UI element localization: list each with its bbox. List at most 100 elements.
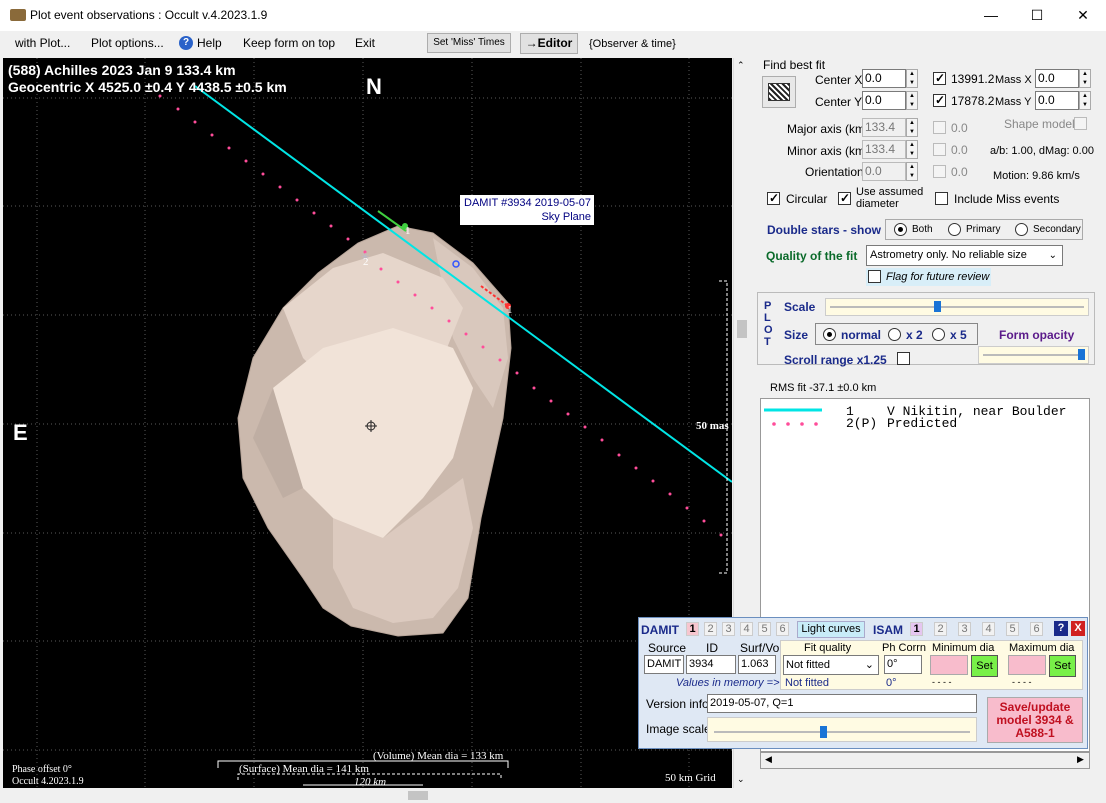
major-axis-input[interactable]: 133.4 (862, 118, 906, 137)
size-x2-radio[interactable] (888, 328, 901, 341)
minor-axis-input[interactable]: 133.4 (862, 140, 906, 159)
orientation-input[interactable]: 0.0 (862, 162, 906, 181)
isam-model-2[interactable]: 2 (934, 622, 947, 636)
assumed-diameter-checkbox[interactable] (838, 191, 851, 205)
mass-x-value: 13991.2 (951, 72, 995, 86)
isam-model-5[interactable]: 5 (1006, 622, 1019, 636)
quality-label: Quality of the fit (766, 249, 858, 263)
surf-vol-field[interactable]: 1.063 (738, 655, 776, 674)
image-scale-thumb[interactable] (820, 726, 827, 738)
scroll-range-checkbox[interactable] (897, 352, 910, 365)
orientation-fit-checkbox[interactable] (933, 165, 946, 178)
ph-corrn-field[interactable]: 0° (884, 655, 922, 674)
assumed-line1: Use assumed (856, 186, 924, 198)
size-normal-radio[interactable] (823, 328, 836, 341)
save-update-model-button[interactable]: Save/update model 3934 & A588-1 (987, 697, 1083, 743)
app-icon (10, 9, 26, 21)
min-dia-set-button[interactable]: Set (971, 655, 998, 677)
plot-header-2: Geocentric X 4525.0 ±0.4 Y 4438.5 ±0.5 k… (8, 79, 287, 95)
fit-quality-select[interactable]: Not fitted ⌄ (783, 655, 879, 675)
both-radio[interactable] (894, 223, 907, 236)
menu-with-plot[interactable]: with Plot... (15, 36, 70, 50)
plot-horizontal-scrollbar[interactable] (3, 788, 732, 803)
major-axis-spinner[interactable]: ▲ ▼ (906, 118, 918, 137)
hscroll-thumb[interactable] (408, 791, 428, 800)
mass-y-checkbox[interactable] (933, 93, 946, 107)
minor-axis-fit-checkbox[interactable] (933, 143, 946, 156)
mass-x-input[interactable]: 0.0 (1035, 69, 1079, 88)
minor-axis-spinner[interactable]: ▲ ▼ (906, 140, 918, 159)
isam-model-1[interactable]: 1 (910, 622, 923, 636)
scroll-right-icon[interactable]: ▶ (1077, 754, 1084, 765)
light-curves-button[interactable]: Light curves (797, 621, 865, 638)
center-y-input[interactable]: 0.0 (862, 91, 906, 110)
damit-model-1[interactable]: 1 (686, 622, 699, 636)
damit-help-button[interactable]: ? (1054, 621, 1068, 636)
mass-y-input[interactable]: 0.0 (1035, 91, 1079, 110)
volume-dia-label: (Volume) Mean dia = 133 km (373, 750, 504, 762)
minimize-button[interactable]: — (968, 0, 1014, 31)
damit-model-6[interactable]: 6 (776, 622, 789, 636)
menu-keep-on-top[interactable]: Keep form on top (243, 36, 335, 50)
menu-help[interactable]: Help (197, 36, 222, 50)
mass-x-checkbox[interactable] (933, 71, 946, 85)
damit-model-3[interactable]: 3 (722, 622, 735, 636)
damit-model-4[interactable]: 4 (740, 622, 753, 636)
opacity-slider[interactable] (978, 346, 1089, 364)
primary-radio[interactable] (948, 223, 961, 236)
mass-y-spinner[interactable]: ▲ ▼ (1079, 91, 1091, 110)
max-dia-set-button[interactable]: Set (1049, 655, 1076, 677)
maximize-button[interactable]: ☐ (1014, 0, 1060, 31)
opacity-slider-thumb[interactable] (1078, 349, 1085, 360)
circular-label: Circular (786, 192, 828, 206)
source-field[interactable]: DAMIT (644, 655, 684, 674)
scroll-up-icon[interactable]: ⌃ (737, 60, 745, 71)
scroll-left-icon[interactable]: ◀ (765, 754, 772, 765)
close-window-button[interactable]: ✕ (1060, 0, 1106, 31)
plot-area[interactable]: ✳ (588) Achilles 2023 Jan 9 133.4 km Geo… (3, 58, 732, 788)
center-x-spinner[interactable]: ▲ ▼ (906, 69, 918, 88)
scroll-thumb[interactable] (737, 320, 747, 338)
help-icon[interactable]: ? (179, 36, 193, 50)
include-miss-checkbox[interactable] (935, 192, 948, 205)
plot-letter-p: P (764, 300, 772, 312)
damit-model-2[interactable]: 2 (704, 622, 717, 636)
isam-model-3[interactable]: 3 (958, 622, 971, 636)
flag-review-checkbox[interactable] (868, 270, 881, 283)
set-miss-times-button[interactable]: Set 'Miss' Times (427, 33, 511, 53)
scale-50mas-label: 50 mas (696, 420, 729, 432)
min-dia-field[interactable] (930, 655, 968, 675)
image-scale-slider[interactable] (707, 717, 977, 742)
scale-slider[interactable] (825, 298, 1089, 316)
quality-select[interactable]: Astrometry only. No reliable size ⌄ (866, 245, 1063, 266)
version-info-field[interactable]: 2019-05-07, Q=1 (707, 694, 977, 713)
mass-x-spinner[interactable]: ▲ ▼ (1079, 69, 1091, 88)
max-dia-field[interactable] (1008, 655, 1046, 675)
orientation-spinner[interactable]: ▲ ▼ (906, 162, 918, 181)
legend-hscrollbar[interactable]: ◀ ▶ (760, 752, 1090, 769)
chord-1-end-label: 1 (507, 304, 513, 316)
isam-model-4[interactable]: 4 (982, 622, 995, 636)
id-field[interactable]: 3934 (686, 655, 736, 674)
scroll-down-icon[interactable]: ⌄ (737, 774, 745, 785)
size-x5-radio[interactable] (932, 328, 945, 341)
major-axis-fit-checkbox[interactable] (933, 121, 946, 134)
observer-time-label: {Observer & time} (589, 38, 676, 50)
center-y-spinner[interactable]: ▲ ▼ (906, 91, 918, 110)
circular-checkbox[interactable] (767, 191, 780, 205)
isam-model-6[interactable]: 6 (1030, 622, 1043, 636)
damit-model-5[interactable]: 5 (758, 622, 771, 636)
memory-fit-quality: Not fitted (785, 677, 830, 689)
find-best-fit-button[interactable] (762, 76, 796, 108)
find-best-fit-label: Find best fit (763, 58, 826, 72)
menu-plot-options[interactable]: Plot options... (91, 36, 164, 50)
secondary-radio[interactable] (1015, 223, 1028, 236)
shape-model-checkbox[interactable] (1074, 117, 1087, 130)
damit-close-button[interactable]: X (1071, 621, 1085, 636)
version-info-label: Version info (646, 697, 709, 711)
center-x-input[interactable]: 0.0 (862, 69, 906, 88)
editor-button[interactable]: →Editor (520, 33, 578, 54)
min-dia-header: Minimum dia (932, 642, 995, 654)
scale-slider-thumb[interactable] (934, 301, 941, 312)
menu-exit[interactable]: Exit (355, 36, 375, 50)
